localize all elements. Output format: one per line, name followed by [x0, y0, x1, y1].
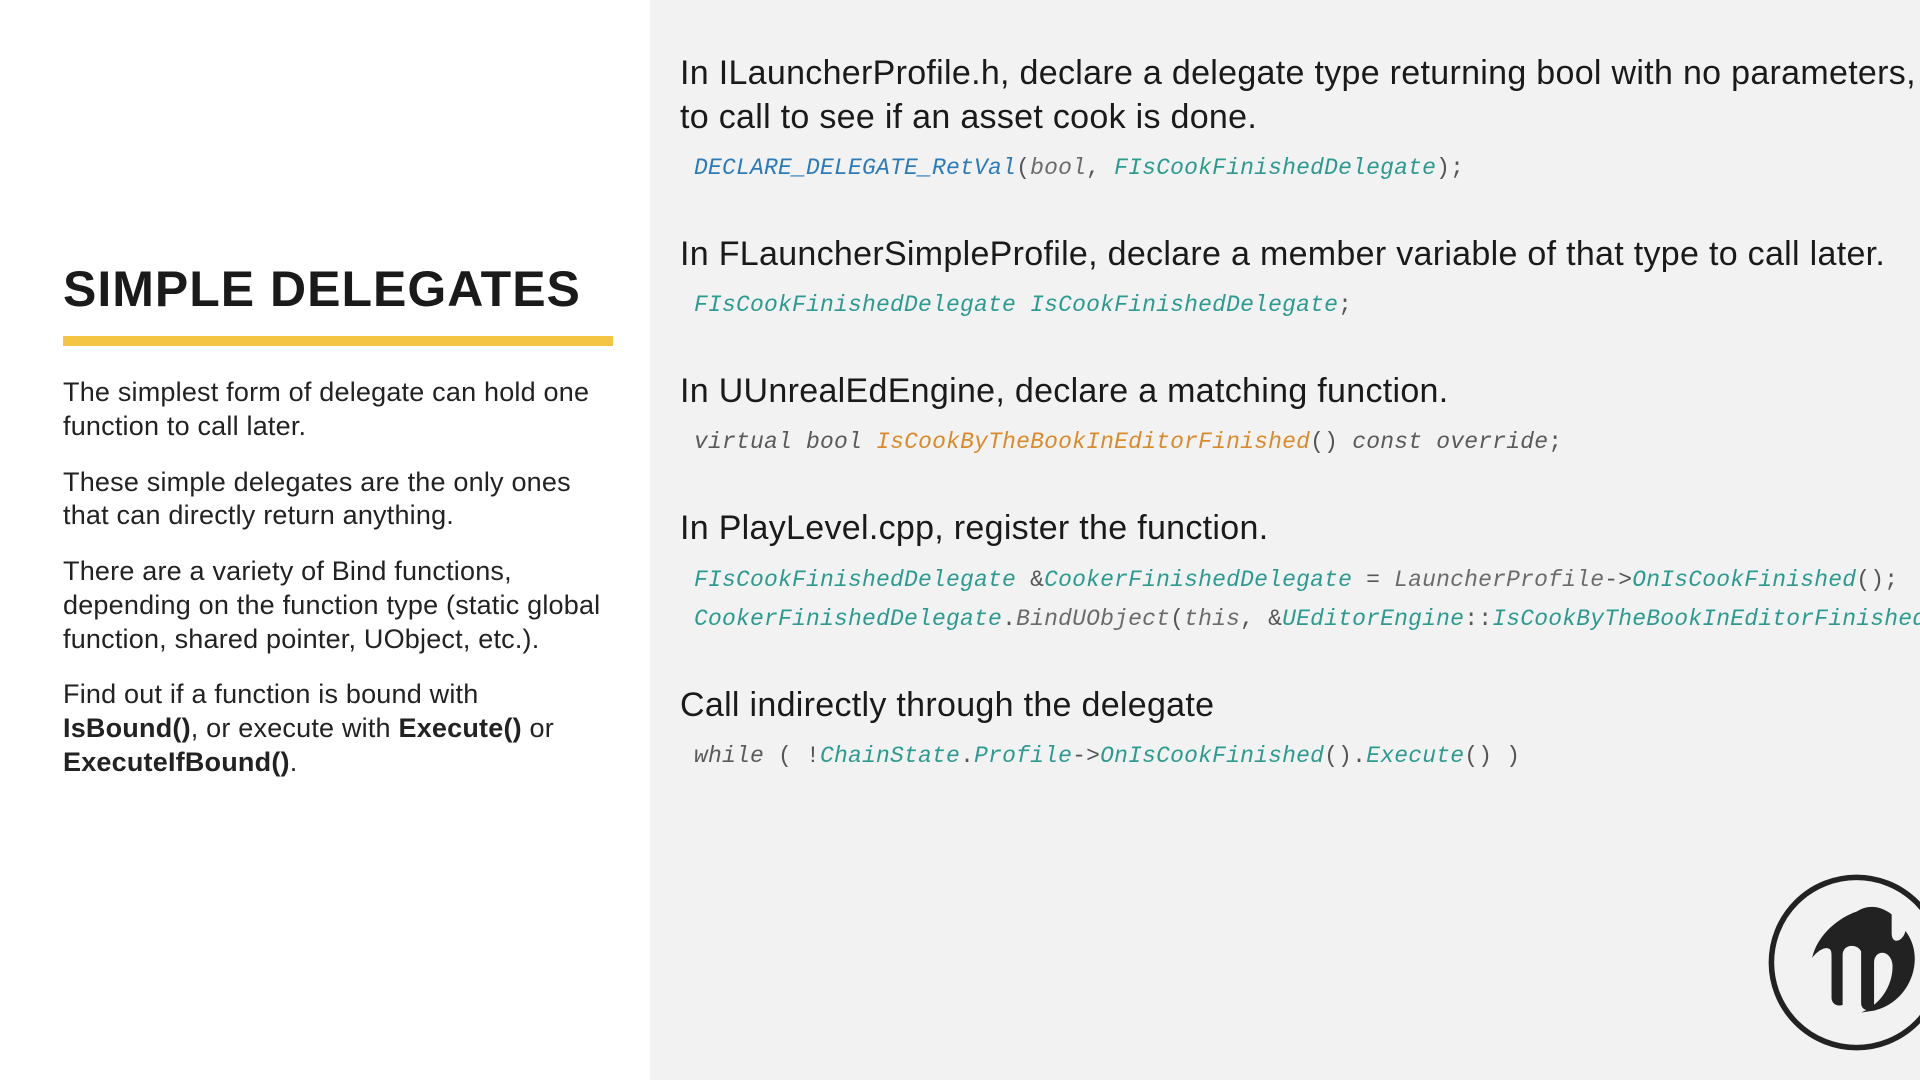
- code-token: DECLARE_DELEGATE_RetVal: [694, 155, 1016, 181]
- title-underline: [63, 336, 613, 346]
- bold-executeifbound: ExecuteIfBound(): [63, 747, 290, 777]
- code-token: bool: [1030, 155, 1086, 181]
- code-token: [1338, 429, 1352, 455]
- section-1-desc: In ILauncherProfile.h, declare a delegat…: [680, 52, 1920, 139]
- code-token: FIsCookFinishedDelegate: [694, 567, 1016, 593]
- code-token: [862, 429, 876, 455]
- bold-isbound: IsBound(): [63, 713, 191, 743]
- code-token: bool: [806, 429, 862, 455]
- left-paragraph-3: There are a variety of Bind functions, d…: [63, 555, 608, 656]
- section-5-desc: Call indirectly through the delegate: [680, 684, 1920, 728]
- section-1-code: DECLARE_DELEGATE_RetVal(bool, FIsCookFin…: [680, 149, 1920, 189]
- section-3-desc: In UUnrealEdEngine, declare a matching f…: [680, 370, 1920, 414]
- text-fragment: Find out if a function is bound with: [63, 679, 478, 709]
- text-fragment: , or execute with: [191, 713, 399, 743]
- section-4-code-line-2: CookerFinishedDelegate.BindUObject(this,…: [680, 600, 1920, 640]
- code-token: ();: [1856, 567, 1898, 593]
- section-4: In PlayLevel.cpp, register the function.…: [680, 507, 1920, 640]
- code-token: ,: [1086, 155, 1114, 181]
- code-token: .: [1002, 606, 1016, 632]
- left-paragraph-1: The simplest form of delegate can hold o…: [63, 376, 608, 444]
- left-paragraph-4: Find out if a function is bound with IsB…: [63, 678, 608, 779]
- section-2: In FLauncherSimpleProfile, declare a mem…: [680, 233, 1920, 326]
- section-1: In ILauncherProfile.h, declare a delegat…: [680, 52, 1920, 189]
- code-token: [1016, 292, 1030, 318]
- code-token: [1422, 429, 1436, 455]
- unreal-logo-icon: [1764, 870, 1920, 1055]
- code-token: () ): [1464, 743, 1520, 769]
- section-5: Call indirectly through the delegate whi…: [680, 684, 1920, 777]
- code-token: .: [960, 743, 974, 769]
- code-token: BindUObject: [1016, 606, 1170, 632]
- section-3: In UUnrealEdEngine, declare a matching f…: [680, 370, 1920, 463]
- code-token: ().: [1324, 743, 1366, 769]
- code-token: (): [1310, 429, 1338, 455]
- code-token: CookerFinishedDelegate: [694, 606, 1002, 632]
- code-token: const: [1352, 429, 1422, 455]
- code-token: IsCookByTheBookInEditorFinished: [1492, 606, 1920, 632]
- section-2-desc: In FLauncherSimpleProfile, declare a mem…: [680, 233, 1920, 277]
- code-token: FIsCookFinishedDelegate: [1114, 155, 1436, 181]
- code-token: this: [1184, 606, 1240, 632]
- code-token: OnIsCookFinished: [1632, 567, 1856, 593]
- section-4-code-line-1: FIsCookFinishedDelegate &CookerFinishedD…: [680, 561, 1920, 601]
- section-4-desc: In PlayLevel.cpp, register the function.: [680, 507, 1920, 551]
- bold-execute: Execute(): [398, 713, 521, 743]
- code-token: ( !: [764, 743, 820, 769]
- section-3-code: virtual bool IsCookByTheBookInEditorFini…: [680, 423, 1920, 463]
- text-fragment: or: [522, 713, 554, 743]
- right-panel: In ILauncherProfile.h, declare a delegat…: [650, 0, 1920, 1080]
- code-token: Execute: [1366, 743, 1464, 769]
- code-token: &: [1016, 567, 1044, 593]
- code-token: =: [1352, 567, 1394, 593]
- code-token: ChainState: [820, 743, 960, 769]
- code-token: FIsCookFinishedDelegate: [694, 292, 1016, 318]
- code-token: ;: [1548, 429, 1562, 455]
- code-token: virtual: [694, 429, 792, 455]
- code-token: OnIsCookFinished: [1100, 743, 1324, 769]
- code-token: CookerFinishedDelegate: [1044, 567, 1352, 593]
- code-token: , &: [1240, 606, 1282, 632]
- code-token: [792, 429, 806, 455]
- left-paragraph-2: These simple delegates are the only ones…: [63, 466, 608, 534]
- code-token: ->: [1604, 567, 1632, 593]
- section-2-code: FIsCookFinishedDelegate IsCookFinishedDe…: [680, 286, 1920, 326]
- slide-title: SIMPLE DELEGATES: [63, 260, 608, 318]
- code-token: (: [1016, 155, 1030, 181]
- code-token: ;: [1338, 292, 1352, 318]
- code-token: IsCookByTheBookInEditorFinished: [876, 429, 1310, 455]
- left-panel: SIMPLE DELEGATES The simplest form of de…: [0, 0, 650, 1080]
- code-token: while: [694, 743, 764, 769]
- code-token: ::: [1464, 606, 1492, 632]
- code-token: override: [1436, 429, 1548, 455]
- code-token: ->: [1072, 743, 1100, 769]
- code-token: Profile: [974, 743, 1072, 769]
- text-fragment: .: [290, 747, 298, 777]
- section-5-code: while ( !ChainState.Profile->OnIsCookFin…: [680, 737, 1920, 777]
- code-token: (: [1170, 606, 1184, 632]
- code-token: IsCookFinishedDelegate: [1030, 292, 1338, 318]
- code-token: UEditorEngine: [1282, 606, 1464, 632]
- code-token: );: [1436, 155, 1464, 181]
- code-token: LauncherProfile: [1394, 567, 1604, 593]
